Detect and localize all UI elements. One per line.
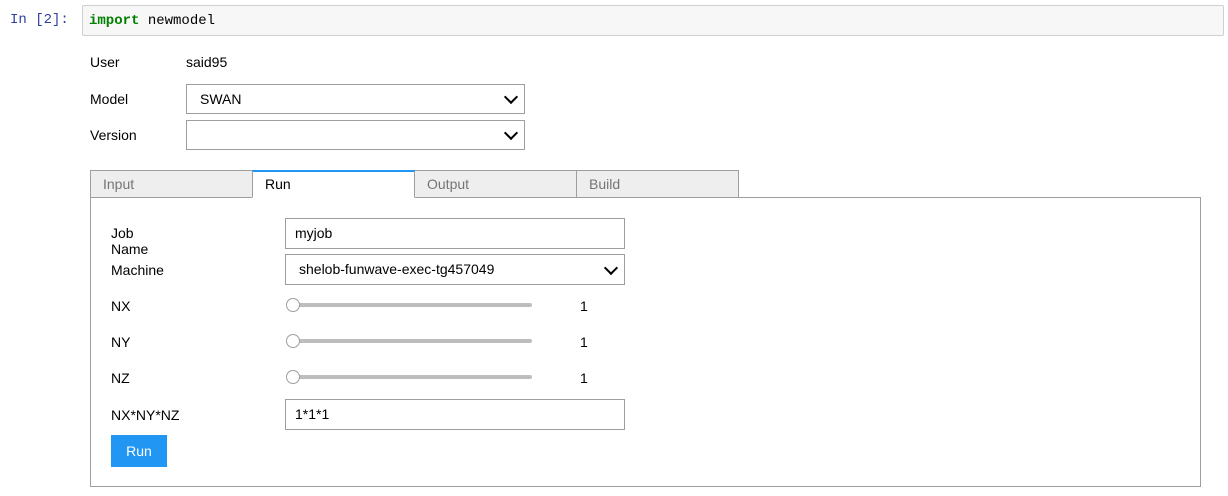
product-field[interactable]: 1*1*1 xyxy=(285,399,625,430)
run-tab-panel xyxy=(90,197,1201,487)
nz-value: 1 xyxy=(580,370,588,386)
chevron-down-icon xyxy=(503,89,519,105)
run-button[interactable]: Run xyxy=(111,435,167,467)
chevron-down-icon xyxy=(503,125,519,141)
code-cell-input[interactable]: import newmodel xyxy=(82,5,1224,36)
ny-label: NY xyxy=(111,334,131,350)
code-module: newmodel xyxy=(147,13,216,29)
tab-input[interactable]: Input xyxy=(90,170,253,198)
machine-select-value: shelob-funwave-exec-tg457049 xyxy=(299,261,495,277)
nx-label: NX xyxy=(111,298,131,314)
ny-slider[interactable] xyxy=(291,339,532,343)
nz-slider[interactable] xyxy=(291,375,532,379)
machine-label: Machine xyxy=(111,262,164,278)
ny-slider-handle[interactable] xyxy=(286,334,300,348)
job-name-label: Job Name xyxy=(111,225,149,257)
user-label: User xyxy=(90,54,120,70)
version-label: Version xyxy=(90,127,137,143)
tab-output[interactable]: Output xyxy=(414,170,577,198)
code-keyword: import xyxy=(89,13,140,29)
model-select[interactable]: SWAN xyxy=(186,84,525,114)
ny-value: 1 xyxy=(580,334,588,350)
machine-select[interactable]: shelob-funwave-exec-tg457049 xyxy=(285,254,625,285)
nx-slider-handle[interactable] xyxy=(286,298,300,312)
user-value: said95 xyxy=(186,54,228,70)
version-select[interactable] xyxy=(186,120,525,150)
job-name-input[interactable]: myjob xyxy=(285,218,625,249)
model-label: Model xyxy=(90,91,129,107)
nx-value: 1 xyxy=(580,298,588,314)
tab-build[interactable]: Build xyxy=(576,170,739,198)
nz-label: NZ xyxy=(111,370,130,386)
cell-prompt: In [2]: xyxy=(10,12,69,28)
product-label: NX*NY*NZ xyxy=(111,407,180,423)
chevron-down-icon xyxy=(603,260,619,275)
model-select-value: SWAN xyxy=(200,91,242,107)
tab-run[interactable]: Run xyxy=(252,170,415,198)
nx-slider[interactable] xyxy=(291,303,532,307)
nz-slider-handle[interactable] xyxy=(286,370,300,384)
